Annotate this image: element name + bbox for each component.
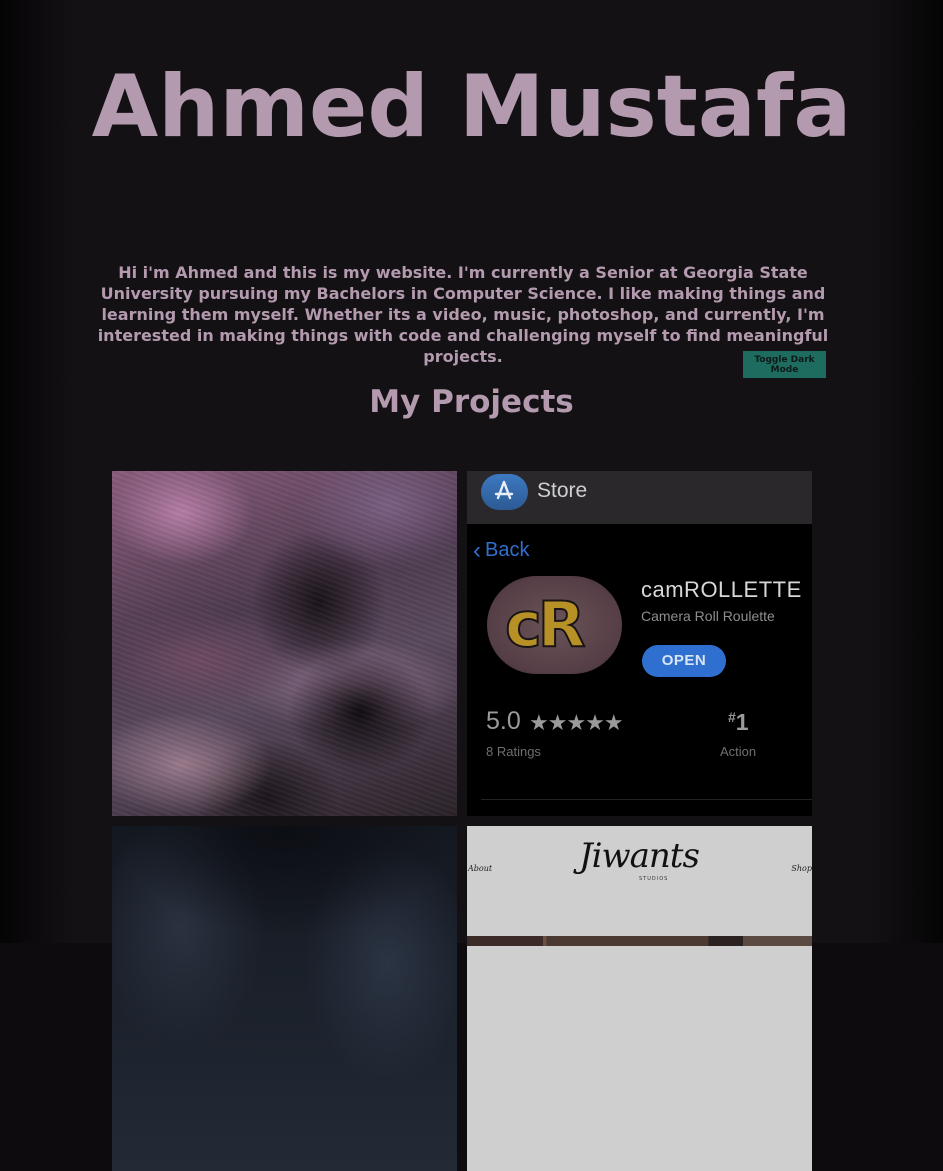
project-tile-jiwants[interactable]: About Shop Jiwants STUDIOS [467,826,812,1171]
jiwants-logo: Jiwants [579,836,700,876]
jiwants-nav-shop: Shop [791,864,812,873]
jiwants-website-screenshot: About Shop Jiwants STUDIOS [467,826,812,1171]
project-tile-dark-photo[interactable] [112,826,457,1171]
chevron-left-icon: ‹ [473,537,481,564]
abstract-art-image [112,471,457,816]
bio-paragraph: Hi i'm Ahmed and this is my website. I'm… [97,263,829,366]
rank-category: Action [720,744,757,759]
app-store-icon [481,474,528,510]
site-title: Ahmed Mustafa [91,57,852,157]
rating-stars: ★★★★★ [529,710,624,735]
rank-hash: # [728,709,736,725]
chart-rank: #1 [728,709,749,736]
app-store-screenshot: Store ‹ Back cR camROLLETTE Camera Roll R… [467,471,812,816]
rank-number: 1 [735,709,749,735]
jiwants-nav-about: About [468,864,493,873]
back-label: Back [485,539,530,561]
projects-heading: My Projects [369,384,574,420]
jiwants-logo-sub: STUDIOS [639,876,669,882]
back-link: ‹ Back [473,537,529,565]
store-label: Store [537,479,588,502]
project-tile-abstract-art[interactable] [112,471,457,816]
app-name: camROLLETTE [641,577,802,602]
divider [481,799,812,800]
dark-photo-image [112,826,457,1171]
jiwants-image-strip [467,936,812,946]
project-tile-camrollette[interactable]: Store ‹ Back cR camROLLETTE Camera Roll R… [467,471,812,816]
rating-value: 5.0 [486,707,521,735]
camrollette-app-icon: cR [487,576,622,674]
store-header-bar: Store [467,471,812,524]
app-icon-text: cR [504,587,586,662]
app-subtitle: Camera Roll Roulette [641,608,775,624]
page: Ahmed Mustafa Hi i'm Ahmed and this is m… [0,0,943,1171]
open-app-button: OPEN [642,645,726,677]
toggle-dark-mode-button[interactable]: Toggle Dark Mode [743,351,826,378]
rating-count: 8 Ratings [486,744,541,759]
